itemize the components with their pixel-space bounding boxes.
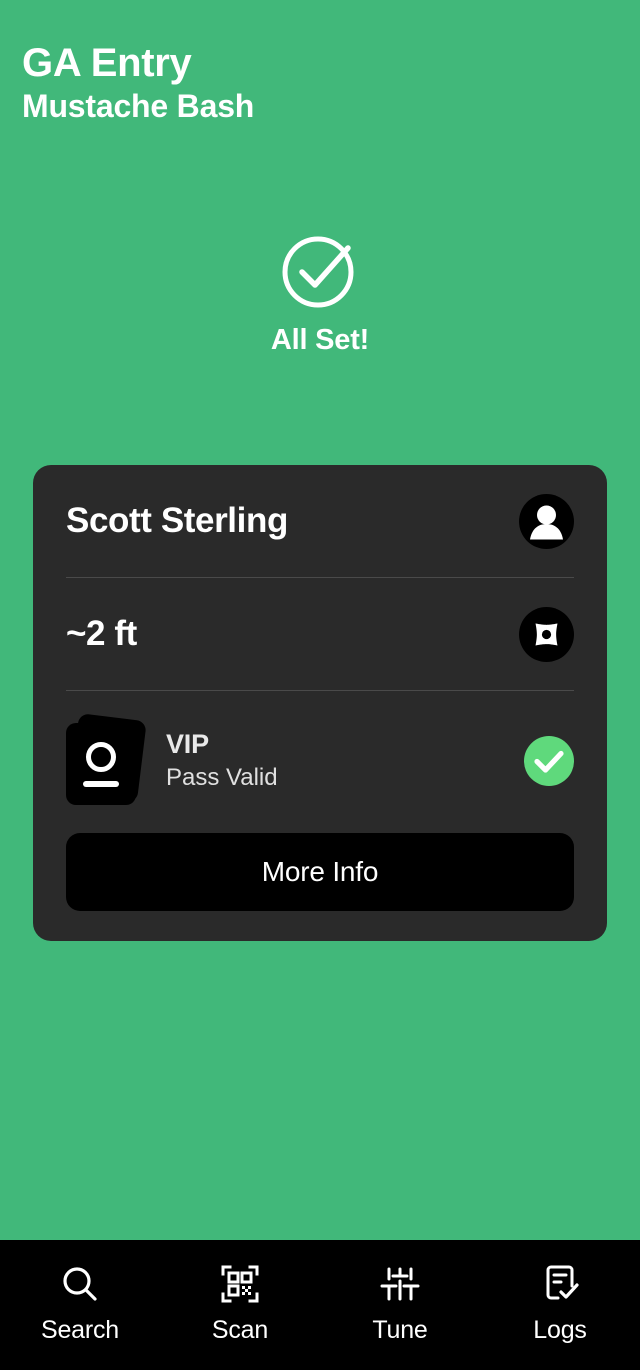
status-block: All Set! xyxy=(0,226,640,357)
status-label: All Set! xyxy=(270,324,370,356)
attendee-card: Scott Sterling ~2 ft VIP Pass Valid More… xyxy=(33,465,607,941)
nav-label-scan: Scan xyxy=(211,1316,269,1344)
pass-text: VIP Pass Valid xyxy=(166,728,524,795)
check-circle-icon xyxy=(276,226,364,314)
app-root: GA Entry Mustache Bash All Set! Scott St… xyxy=(0,0,640,1370)
more-info-button[interactable]: More Info xyxy=(66,833,574,911)
attendee-name-row: Scott Sterling xyxy=(66,465,574,577)
distance-value: ~2 ft xyxy=(66,614,137,653)
bottom-nav: Search Scan Tune Logs xyxy=(0,1240,640,1370)
page-subtitle: Mustache Bash xyxy=(22,88,255,124)
nav-label-tune: Tune xyxy=(372,1316,428,1344)
pass-row: VIP Pass Valid xyxy=(66,691,574,827)
page-header: GA Entry Mustache Bash xyxy=(0,0,640,126)
attendee-name: Scott Sterling xyxy=(66,501,288,540)
compass-icon[interactable] xyxy=(519,606,574,662)
nav-item-search[interactable]: Search xyxy=(0,1262,160,1345)
page-title: GA Entry xyxy=(22,41,192,85)
distance-row: ~2 ft xyxy=(66,578,574,690)
pass-card-icon xyxy=(66,713,147,805)
green-check-icon xyxy=(524,736,574,786)
logs-document-check-icon xyxy=(538,1262,582,1306)
nav-label-search: Search xyxy=(40,1316,119,1344)
qr-scan-icon xyxy=(218,1262,262,1306)
pass-state: Pass Valid xyxy=(166,764,278,791)
nav-item-logs[interactable]: Logs xyxy=(480,1262,640,1345)
person-avatar-icon xyxy=(519,493,574,549)
tune-sliders-icon xyxy=(378,1262,422,1306)
nav-item-tune[interactable]: Tune xyxy=(320,1262,480,1345)
pass-tier: VIP xyxy=(166,728,209,759)
nav-label-logs: Logs xyxy=(533,1316,587,1344)
nav-item-scan[interactable]: Scan xyxy=(160,1262,320,1345)
search-icon xyxy=(58,1262,102,1306)
